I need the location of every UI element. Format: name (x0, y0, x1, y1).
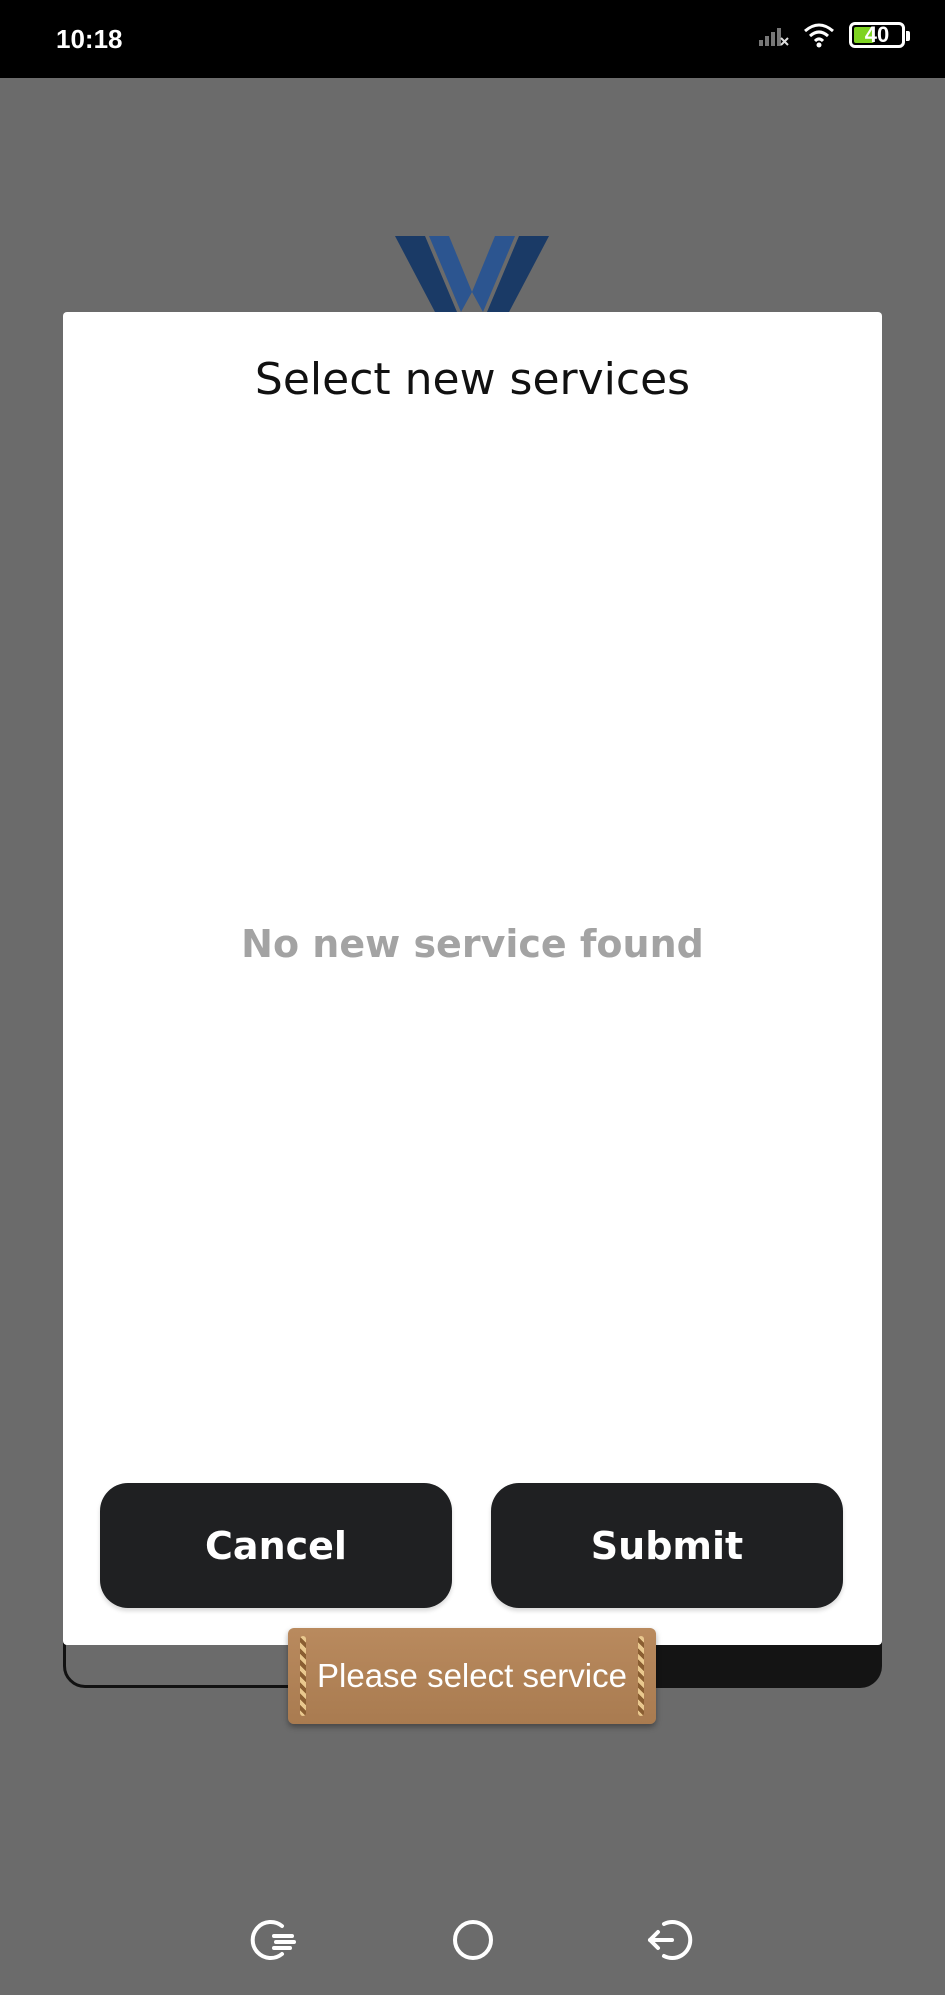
status-time: 10:18 (56, 24, 123, 54)
toast-message: Please select service (317, 1657, 627, 1694)
recent-apps-icon[interactable] (246, 1912, 302, 1968)
signal-icon (759, 28, 789, 46)
toast-rope-right (638, 1636, 644, 1716)
screen: 10:18 40 Select new services No new serv… (0, 0, 945, 1995)
battery-tip (906, 31, 910, 41)
dialog-title: Select new services (254, 354, 691, 405)
select-services-dialog: Select new services No new service found… (63, 312, 882, 1645)
app-logo (395, 236, 549, 312)
cancel-button[interactable]: Cancel (100, 1483, 452, 1608)
toast: Please select service (288, 1628, 656, 1724)
home-icon[interactable] (445, 1912, 501, 1968)
empty-state-message: No new service found (241, 922, 704, 966)
wifi-icon (804, 23, 834, 48)
back-icon[interactable] (640, 1912, 696, 1968)
battery-level: 40 (864, 22, 890, 47)
toast-rope-left (300, 1636, 306, 1716)
battery-icon: 40 (849, 22, 910, 48)
navigation-bar (0, 1900, 945, 1980)
submit-button[interactable]: Submit (491, 1483, 843, 1608)
status-icons: 40 (757, 22, 910, 48)
status-bar: 10:18 40 (0, 0, 945, 78)
